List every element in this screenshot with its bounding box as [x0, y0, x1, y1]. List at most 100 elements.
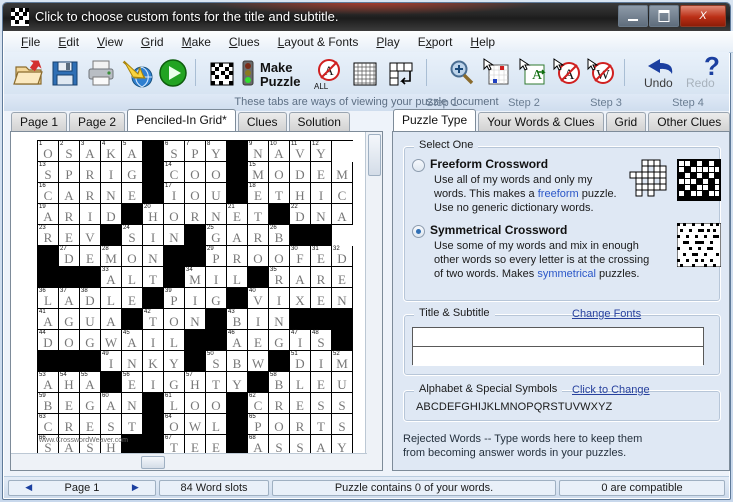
tab-clues[interactable]: Clues — [237, 112, 287, 131]
tab-page-2[interactable]: Page 2 — [69, 112, 126, 131]
crossword-cell[interactable]: 43 B — [227, 309, 248, 330]
crossword-cell[interactable]: 57 H — [185, 372, 206, 393]
crossword-cell[interactable]: R — [311, 267, 332, 288]
crossword-cell[interactable]: U — [80, 309, 101, 330]
crossword-cell[interactable]: 67 T — [164, 435, 185, 455]
crossword-cell[interactable]: 41 A — [38, 309, 59, 330]
crossword-cell[interactable]: A — [311, 435, 332, 455]
crossword-cell[interactable]: T — [122, 414, 143, 435]
crossword-cell[interactable]: O — [185, 183, 206, 204]
crossword-cell[interactable]: 11 V — [290, 141, 311, 162]
crossword-cell[interactable]: 12 Y — [311, 141, 332, 162]
crossword-cell[interactable]: 58 B — [269, 372, 290, 393]
crossword-cell[interactable]: L — [101, 288, 122, 309]
crossword-cell[interactable]: O — [59, 330, 80, 351]
crossword-cell[interactable]: T — [248, 204, 269, 225]
crossword-cell[interactable]: A — [101, 309, 122, 330]
crossword-cell[interactable]: 40 V — [248, 288, 269, 309]
crossword-cell[interactable]: L — [164, 330, 185, 351]
crossword-cell[interactable]: S — [269, 435, 290, 455]
crossword-cell[interactable]: 26 B — [269, 225, 290, 246]
crossword-cell[interactable]: 54 H — [59, 372, 80, 393]
crossword-cell[interactable]: E — [122, 288, 143, 309]
crossword-cell[interactable]: 4K — [101, 141, 122, 162]
menu-make[interactable]: Make — [173, 33, 220, 51]
crossword-cell[interactable]: H — [290, 183, 311, 204]
tab-other-clues[interactable]: Other Clues — [648, 112, 731, 131]
subtitle-input[interactable] — [413, 348, 703, 366]
remove-word-icon[interactable]: W — [584, 56, 618, 90]
crossword-cell[interactable]: A — [290, 267, 311, 288]
crossword-cell[interactable]: E — [290, 393, 311, 414]
crossword-cell[interactable]: T — [206, 372, 227, 393]
crossword-cell[interactable]: O — [185, 393, 206, 414]
crossword-cell[interactable]: 34 M — [185, 267, 206, 288]
crossword-cell[interactable]: L — [122, 267, 143, 288]
crossword-cell[interactable]: I — [248, 309, 269, 330]
crossword-cell[interactable]: 33 A — [101, 267, 122, 288]
crossword-cell[interactable]: 16 C — [38, 183, 59, 204]
crossword-cell[interactable]: I — [143, 225, 164, 246]
crossword-cell[interactable]: N — [122, 351, 143, 372]
radio-freeform-crossword[interactable] — [412, 159, 425, 172]
crossword-cell[interactable]: 35 R — [269, 267, 290, 288]
crossword-cell[interactable]: R — [269, 393, 290, 414]
menu-clues[interactable]: Clues — [220, 33, 269, 51]
freeform-link[interactable]: freeform — [538, 188, 579, 200]
crossword-cell[interactable]: I — [311, 351, 332, 372]
menu-view[interactable]: View — [88, 33, 132, 51]
crossword-cell[interactable]: R — [80, 162, 101, 183]
crossword-cell[interactable]: 48 S — [311, 330, 332, 351]
crossword-cell[interactable]: I — [80, 204, 101, 225]
make-puzzle-label-1[interactable]: Make — [260, 61, 293, 74]
crossword-cell[interactable]: A — [332, 204, 353, 225]
crossword-cell[interactable]: O — [164, 309, 185, 330]
menu-play[interactable]: Play — [367, 33, 408, 51]
remove-letter-icon[interactable]: A — [550, 56, 584, 90]
crossword-cell[interactable]: I — [311, 183, 332, 204]
crossword-cell[interactable]: O — [206, 162, 227, 183]
crossword-cell[interactable]: 29 P — [206, 246, 227, 267]
symmetrical-link[interactable]: symmetrical — [537, 268, 596, 280]
crossword-cell[interactable]: 36 L — [38, 288, 59, 309]
crossword-cell[interactable]: 65 P — [248, 414, 269, 435]
crossword-cell[interactable]: N — [332, 288, 353, 309]
crossword-cell[interactable]: T — [269, 183, 290, 204]
menu-help[interactable]: Help — [461, 33, 504, 51]
crossword-cell[interactable]: E — [80, 246, 101, 267]
crossword-cell[interactable]: N — [206, 204, 227, 225]
crossword-cell[interactable]: 27 D — [59, 246, 80, 267]
crossword-cell[interactable]: E — [332, 267, 353, 288]
crossword-cell[interactable]: I — [143, 330, 164, 351]
crossword-cell[interactable]: R — [80, 183, 101, 204]
print-icon[interactable] — [84, 56, 118, 90]
crossword-cell[interactable]: 19 A — [38, 204, 59, 225]
crossword-cell[interactable]: O — [269, 246, 290, 267]
crossword-cell[interactable]: A — [59, 183, 80, 204]
horizontal-scroll-thumb[interactable] — [141, 456, 165, 469]
tab-solution[interactable]: Solution — [288, 112, 350, 131]
crossword-cell[interactable]: N — [185, 309, 206, 330]
crossword-cell[interactable]: G — [164, 372, 185, 393]
crossword-cell[interactable]: S — [101, 414, 122, 435]
crossword-cell[interactable]: X — [290, 288, 311, 309]
crossword-cell[interactable]: 8Y — [206, 141, 227, 162]
help-question-icon[interactable]: ? — [704, 53, 720, 79]
title-input-wrapper[interactable] — [412, 327, 704, 347]
crossword-cell[interactable]: R — [227, 246, 248, 267]
crossword-cell[interactable]: 42 T — [143, 309, 164, 330]
crossword-cell[interactable]: Y — [227, 372, 248, 393]
crossword-cell[interactable]: B — [227, 351, 248, 372]
crossword-cell[interactable]: 49 I — [101, 351, 122, 372]
crossword-cell[interactable]: 37 A — [59, 288, 80, 309]
crossword-cell[interactable]: 30 F — [290, 246, 311, 267]
crossword-cell[interactable]: N — [164, 225, 185, 246]
crossword-cell[interactable]: W — [101, 330, 122, 351]
zoom-icon[interactable] — [444, 56, 478, 90]
crossword-cell[interactable]: O — [269, 162, 290, 183]
crossword-cell[interactable]: K — [143, 351, 164, 372]
crossword-cell[interactable]: 28 M — [101, 246, 122, 267]
crossword-cell[interactable]: O — [164, 204, 185, 225]
menu-grid[interactable]: Grid — [132, 33, 173, 51]
crossword-cell[interactable]: G — [269, 330, 290, 351]
